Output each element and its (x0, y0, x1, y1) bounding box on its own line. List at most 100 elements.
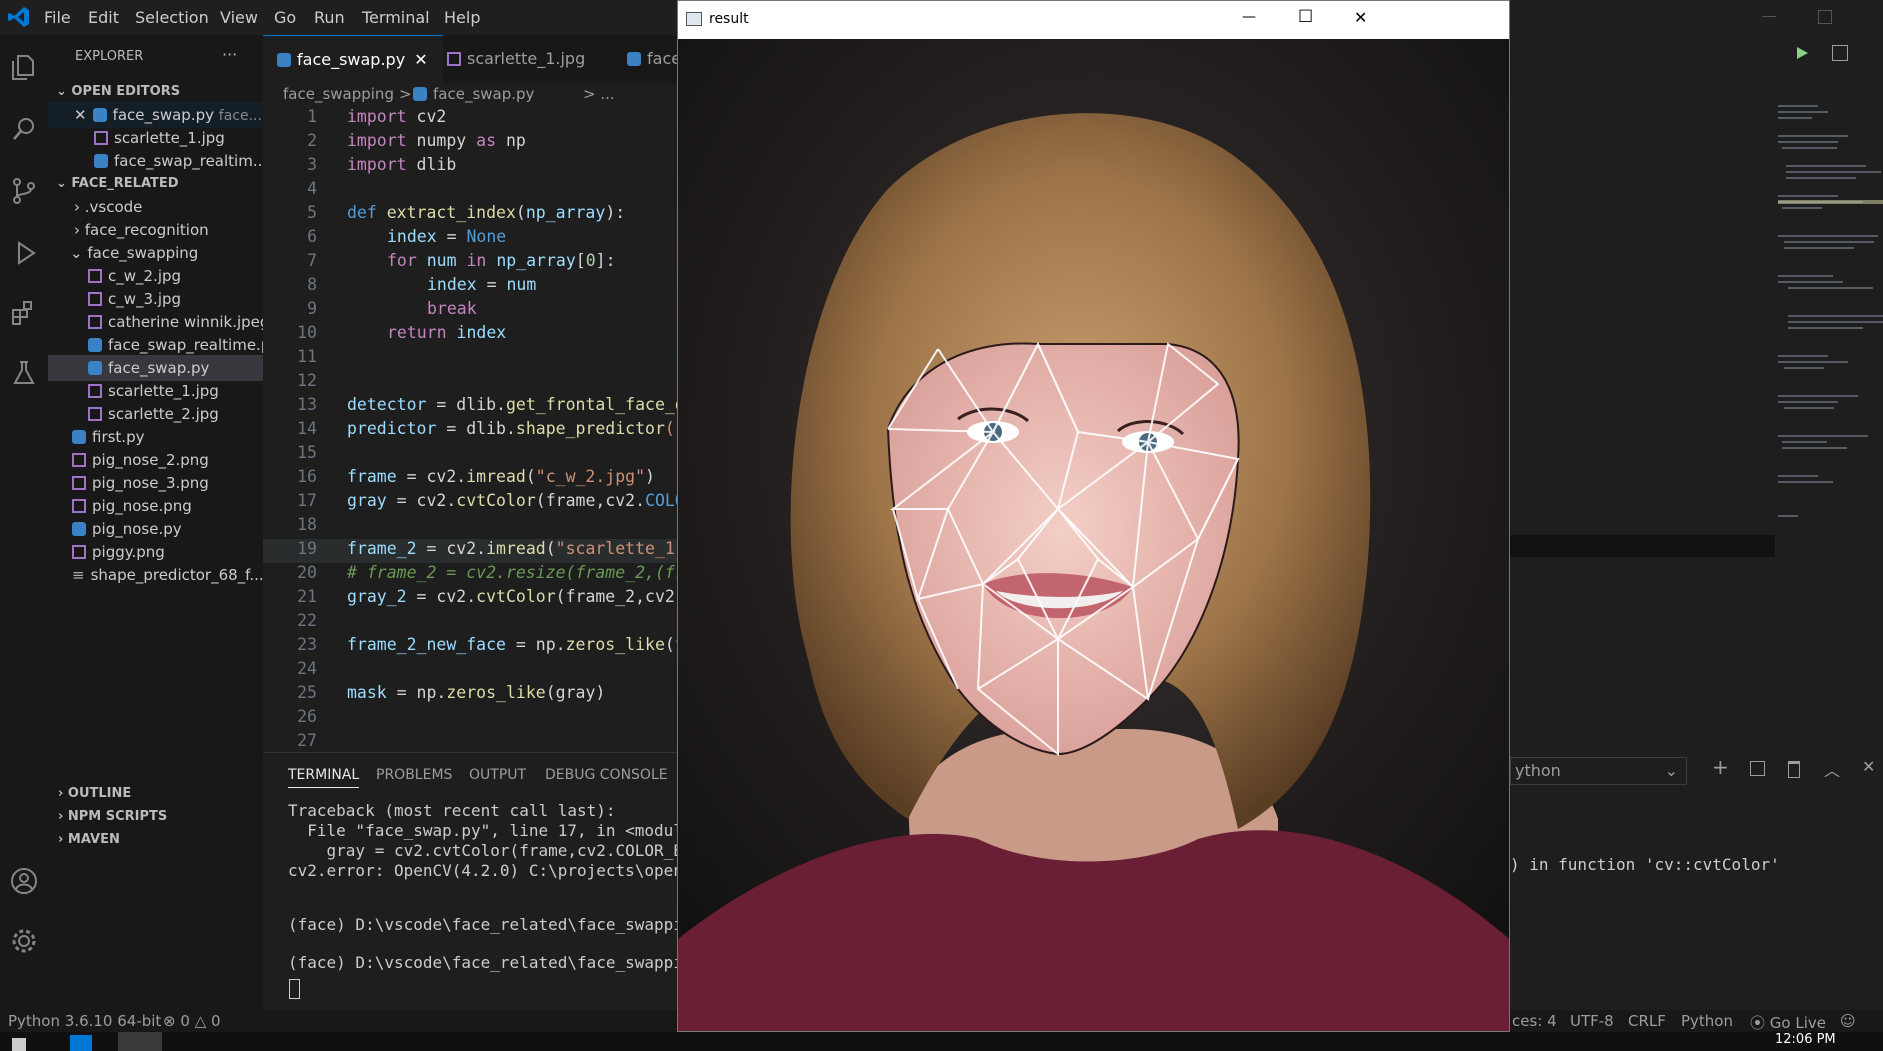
editor-right-area: ython ⌄ + ︿ ✕ ) in function 'cv::cvtColo… (1510, 35, 1883, 1010)
tab-debug-console[interactable]: DEBUG CONSOLE (545, 767, 668, 783)
close-icon[interactable]: ✕ (74, 106, 87, 124)
breadcrumb-file[interactable]: face_swap.py (413, 85, 534, 103)
code-token: = np. (386, 683, 447, 702)
code-token: np_array (496, 251, 576, 270)
breadcrumb-separator: > (399, 85, 412, 103)
new-terminal-icon[interactable]: + (1712, 755, 1729, 779)
maven-section[interactable]: › MAVEN (48, 827, 263, 853)
code-token: frame (347, 467, 397, 486)
language-mode[interactable]: Python (1681, 1012, 1733, 1030)
tab-problems[interactable]: PROBLEMS (376, 767, 452, 783)
run-file-icon[interactable] (1794, 45, 1810, 65)
image-file-icon (88, 315, 102, 329)
line-number: 26 (297, 707, 317, 726)
code-token: num (426, 251, 457, 270)
menu-run[interactable]: Run (314, 8, 345, 27)
close-panel-icon[interactable]: ✕ (1862, 757, 1875, 776)
code-token: = cv2. (396, 467, 467, 486)
line-number: 3 (307, 155, 317, 174)
split-terminal-icon[interactable] (1750, 761, 1765, 776)
result-window-titlebar[interactable]: result — ☐ ✕ (678, 1, 1509, 39)
accounts-icon[interactable] (6, 863, 42, 899)
menu-edit[interactable]: Edit (88, 8, 119, 27)
explorer-icon[interactable] (6, 49, 42, 85)
python-interpreter[interactable]: Python 3.6.10 64-bit (8, 1012, 161, 1030)
code-token: shape_predictor (515, 419, 665, 438)
line-number: 2 (307, 131, 317, 150)
source-control-icon[interactable] (6, 173, 42, 209)
result-window: result — ☐ ✕ (677, 0, 1510, 1032)
code-token: ]: (595, 251, 616, 270)
menu-go[interactable]: Go (274, 8, 296, 27)
line-number: 27 (297, 731, 317, 749)
image-file-icon (72, 453, 86, 467)
split-editor-icon[interactable] (1832, 45, 1848, 61)
run-debug-icon[interactable] (6, 235, 42, 271)
settings-gear-icon[interactable] (6, 923, 42, 959)
minimize-vscode-icon[interactable] (1762, 16, 1776, 17)
windows-start-icon[interactable] (12, 1038, 26, 1051)
go-live-button[interactable]: ⦿ Go Live (1750, 1012, 1826, 1033)
maximize-button[interactable]: ☐ (1298, 7, 1313, 27)
search-icon[interactable] (6, 111, 42, 147)
menu-selection[interactable]: Selection (135, 8, 209, 27)
eol-status[interactable]: CRLF (1628, 1012, 1666, 1030)
chevron-right-icon: › (58, 809, 68, 824)
close-tab-icon[interactable]: ✕ (414, 50, 427, 69)
code-token: for (387, 251, 417, 270)
code-token: (frame,cv2. (535, 491, 646, 510)
code-token: in (466, 251, 487, 270)
code-editor[interactable]: 1 import cv2 2 import numpy as np 3 import … (263, 107, 683, 749)
menu-help[interactable]: Help (444, 8, 480, 27)
breadcrumb-folder[interactable]: face_swapping (283, 85, 394, 103)
code-token: cvtColor (456, 491, 536, 510)
code-token: imread (466, 467, 526, 486)
error-icon: ⊗ (163, 1012, 176, 1030)
chevron-right-icon: › (58, 832, 68, 847)
minimize-button[interactable]: — (1242, 9, 1256, 25)
menu-terminal[interactable]: Terminal (362, 8, 430, 27)
line-number: 5 (307, 203, 317, 222)
python-file-icon (92, 108, 107, 122)
tab-output[interactable]: OUTPUT (469, 767, 526, 783)
explorer-more-icon[interactable]: ··· (222, 45, 237, 64)
code-token: gray_2 (347, 587, 407, 606)
tab-scarlette-jpg[interactable]: scarlette_1.jpg (433, 35, 613, 83)
chevron-down-icon: ⌄ (56, 176, 72, 191)
vscode-taskbar-icon[interactable] (70, 1035, 92, 1051)
line-number: 7 (307, 251, 317, 270)
line-number: 1 (307, 107, 317, 126)
code-token: extract_index (386, 203, 516, 222)
file-item[interactable]: ≡ shape_predictor_68_f... (48, 562, 263, 588)
line-number: 14 (297, 419, 317, 438)
result-window-taskbar-icon[interactable] (118, 1032, 162, 1051)
extensions-icon[interactable] (6, 295, 42, 331)
restore-vscode-icon[interactable] (1818, 10, 1832, 24)
vscode-logo-icon (8, 6, 30, 28)
minimap[interactable] (1778, 105, 1883, 535)
problems-status[interactable]: ⊗ 0 △ 0 (163, 1012, 221, 1030)
python-file-icon (413, 87, 427, 101)
menu-view[interactable]: View (220, 8, 258, 27)
result-window-title: result (709, 11, 749, 27)
close-button[interactable]: ✕ (1354, 8, 1367, 27)
terminal-line: Traceback (most recent call last): (288, 801, 616, 820)
trash-icon[interactable] (1788, 761, 1800, 778)
indentation-status[interactable]: ces: 4 (1512, 1012, 1557, 1030)
code-token: break (427, 299, 477, 318)
menu-file[interactable]: File (44, 8, 71, 27)
feedback-icon[interactable]: ☺ (1840, 1012, 1856, 1030)
testing-flask-icon[interactable] (6, 355, 42, 391)
face-swap-result-image (678, 39, 1509, 1031)
terminal-cursor[interactable] (289, 979, 300, 999)
code-token: import (347, 131, 407, 150)
line-number: 23 (297, 635, 317, 654)
code-token: = dlib. (426, 395, 506, 414)
encoding-status[interactable]: UTF-8 (1570, 1012, 1614, 1030)
activity-bar (0, 35, 48, 1010)
tab-terminal[interactable]: TERMINAL (288, 767, 360, 788)
tab-face-swap-py[interactable]: face_swap.py ✕ (263, 35, 443, 84)
terminal-shell-dropdown[interactable]: ython ⌄ (1510, 757, 1687, 785)
code-token: ( (545, 539, 556, 558)
maximize-panel-icon[interactable]: ︿ (1824, 757, 1840, 781)
